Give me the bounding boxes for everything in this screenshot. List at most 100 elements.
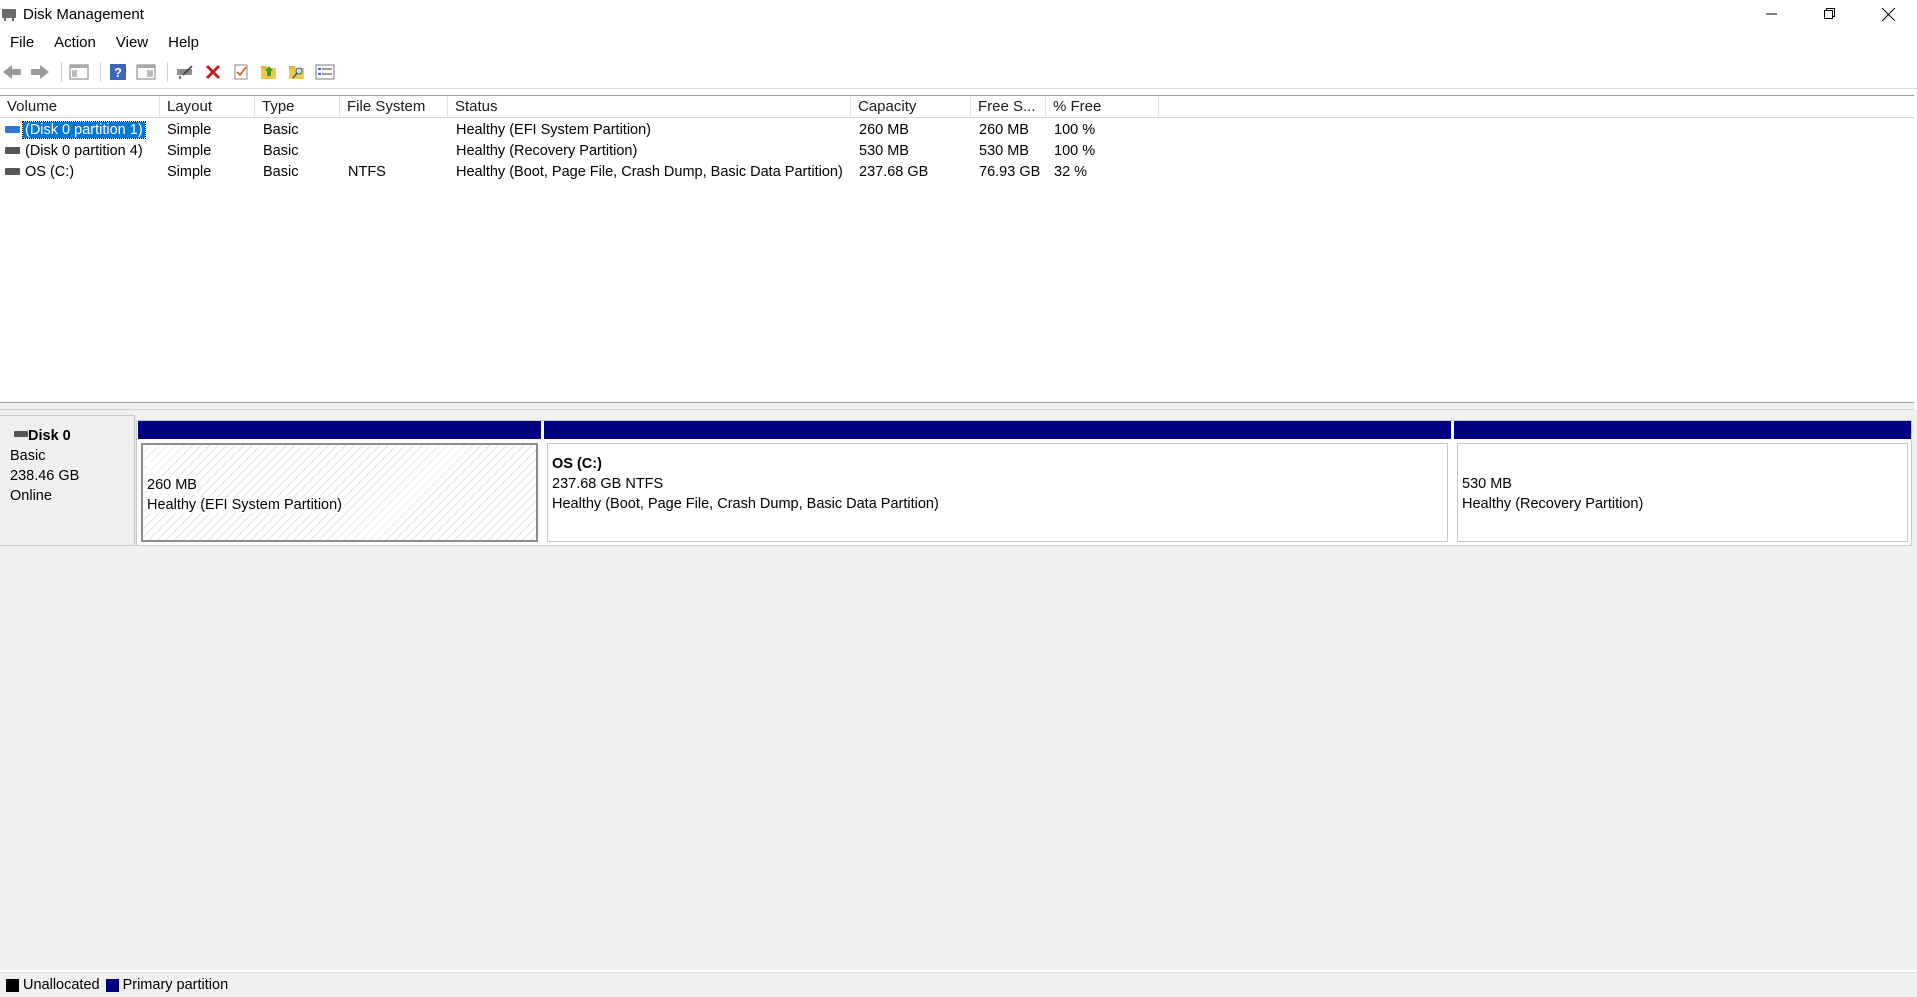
delete-button[interactable] — [201, 60, 225, 84]
volume-list-header: Volume Layout Type File System Status Ca… — [0, 96, 1914, 118]
percent-free-cell: 100 % — [1054, 143, 1096, 159]
partition-recovery-body[interactable]: 530 MB Healthy (Recovery Partition) — [1457, 443, 1908, 542]
disk-state: Online — [10, 488, 52, 504]
disk-icon — [14, 431, 28, 437]
partition-recovery[interactable]: 530 MB Healthy (Recovery Partition) — [1454, 421, 1911, 545]
layout-cell: Simple — [167, 164, 212, 180]
menu-file[interactable]: File — [0, 34, 44, 51]
folder-up-button[interactable] — [257, 60, 281, 84]
partition-status: Healthy (EFI System Partition) — [147, 497, 342, 513]
folder-up-icon — [261, 66, 276, 79]
status-cell: Healthy (EFI System Partition) — [456, 122, 651, 138]
primary-partition-bar — [1454, 421, 1911, 439]
capacity-cell: 237.68 GB — [859, 164, 929, 180]
restore-button[interactable] — [1801, 0, 1859, 28]
partition-efi-body[interactable]: 260 MB Healthy (EFI System Partition) — [141, 443, 538, 542]
table-row[interactable]: OS (C:) Simple Basic NTFS Healthy (Boot,… — [0, 162, 1914, 183]
capacity-cell: 530 MB — [859, 143, 909, 159]
properties-icon — [136, 64, 156, 80]
partition-name — [1462, 454, 1907, 474]
column-header-percent-free[interactable]: % Free — [1046, 96, 1159, 118]
percent-free-cell: 32 % — [1054, 164, 1088, 180]
show-hide-console-tree-button[interactable] — [67, 60, 91, 84]
table-row[interactable]: (Disk 0 partition 1) Simple Basic Health… — [0, 120, 1914, 141]
primary-partition-swatch — [105, 978, 119, 992]
partition-status: Healthy (Recovery Partition) — [1462, 496, 1644, 512]
partition-os-c-body[interactable]: OS (C:) 237.68 GB NTFS Healthy (Boot, Pa… — [547, 443, 1448, 542]
column-header-capacity[interactable]: Capacity — [851, 96, 971, 118]
legend-unallocated: Unallocated — [23, 977, 100, 993]
volume-icon — [5, 168, 20, 175]
volume-icon — [5, 147, 20, 154]
show-hide-console-tree-icon — [69, 64, 89, 80]
partition-os-c[interactable]: OS (C:) 237.68 GB NTFS Healthy (Boot, Pa… — [544, 421, 1451, 545]
partition-size: 237.68 GB NTFS — [552, 476, 664, 492]
connect-disk-button[interactable] — [173, 60, 197, 84]
legend-bar: Unallocated Primary partition — [0, 972, 1917, 997]
menu-help[interactable]: Help — [158, 34, 209, 51]
back-icon — [3, 65, 21, 79]
file-system-cell: NTFS — [348, 164, 386, 180]
disk-0-label[interactable]: Disk 0 Basic 238.46 GB Online — [0, 415, 135, 546]
partition-size: 530 MB — [1462, 476, 1512, 492]
disk-management-app-icon — [1, 6, 17, 22]
capacity-cell: 260 MB — [859, 122, 909, 138]
menu-bar: File Action View Help — [0, 30, 1917, 54]
partition-name: OS (C:) — [552, 456, 602, 472]
primary-partition-bar — [138, 421, 541, 439]
volume-name: (Disk 0 partition 4) — [25, 143, 143, 159]
forward-button[interactable] — [28, 60, 52, 84]
menu-view[interactable]: View — [106, 34, 158, 51]
disk-name: Disk 0 — [28, 428, 71, 444]
view-list-button[interactable] — [313, 60, 337, 84]
unallocated-swatch — [6, 978, 19, 992]
back-button[interactable] — [0, 60, 24, 84]
check-icon — [234, 64, 248, 80]
layout-cell: Simple — [167, 143, 212, 159]
free-space-cell: 260 MB — [979, 122, 1029, 138]
delete-icon — [205, 64, 221, 80]
free-space-cell: 530 MB — [979, 143, 1029, 159]
type-cell: Basic — [263, 122, 299, 138]
menu-action[interactable]: Action — [44, 34, 106, 51]
status-cell: Healthy (Recovery Partition) — [456, 143, 638, 159]
pane-splitter[interactable] — [0, 402, 1914, 410]
column-header-free-space[interactable]: Free S... — [971, 96, 1046, 118]
folder-search-button[interactable] — [285, 60, 309, 84]
connect-disk-icon — [177, 65, 193, 79]
column-header-type[interactable]: Type — [255, 96, 340, 118]
status-cell: Healthy (Boot, Page File, Crash Dump, Ba… — [456, 164, 843, 180]
column-header-volume[interactable]: Volume — [0, 96, 160, 118]
free-space-cell: 76.93 GB — [979, 164, 1041, 180]
check-button[interactable] — [229, 60, 253, 84]
type-cell: Basic — [263, 143, 299, 159]
table-row[interactable]: (Disk 0 partition 4) Simple Basic Health… — [0, 141, 1914, 162]
volume-name: (Disk 0 partition 1) — [22, 121, 146, 139]
title-bar: Disk Management — [0, 0, 1917, 28]
help-button[interactable]: ? — [106, 60, 130, 84]
partition-efi[interactable]: 260 MB Healthy (EFI System Partition) — [138, 421, 541, 545]
close-icon — [1881, 7, 1895, 21]
column-header-file-system[interactable]: File System — [340, 96, 448, 118]
volume-list[interactable]: Volume Layout Type File System Status Ca… — [0, 95, 1914, 403]
partition-status: Healthy (Boot, Page File, Crash Dump, Ba… — [552, 496, 939, 512]
disk-size: 238.46 GB — [10, 468, 80, 484]
column-header-status[interactable]: Status — [448, 96, 851, 118]
layout-cell: Simple — [167, 122, 212, 138]
column-header-layout[interactable]: Layout — [160, 96, 255, 118]
view-list-icon — [315, 64, 335, 80]
percent-free-cell: 100 % — [1054, 122, 1096, 138]
minimize-button[interactable] — [1743, 0, 1801, 28]
svg-text:?: ? — [114, 65, 122, 80]
primary-partition-bar — [544, 421, 1451, 439]
volume-icon — [5, 126, 20, 133]
disk-type: Basic — [10, 448, 46, 464]
partition-name — [147, 457, 152, 473]
restore-icon — [1824, 8, 1835, 19]
partition-size: 260 MB — [147, 477, 197, 493]
properties-button[interactable] — [134, 60, 158, 84]
forward-icon — [31, 65, 49, 79]
close-button[interactable] — [1859, 0, 1917, 28]
folder-search-icon — [289, 66, 304, 79]
window-title: Disk Management — [23, 5, 144, 23]
